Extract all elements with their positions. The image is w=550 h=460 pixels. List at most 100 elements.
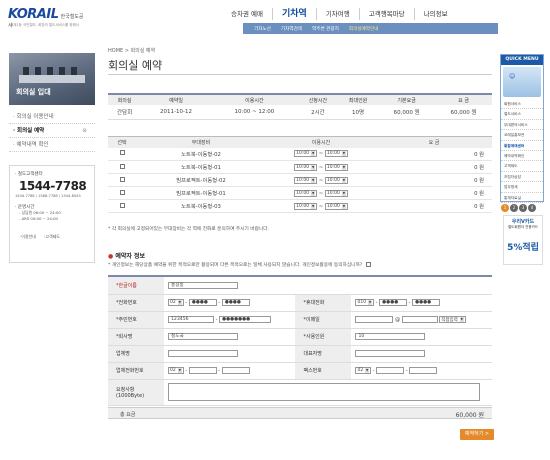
start-time-select[interactable]: 10:00 ▼: [294, 176, 318, 184]
email-id-input[interactable]: [355, 316, 394, 323]
subnav-routes[interactable]: 기차노선: [249, 26, 276, 32]
cs-system-link[interactable]: ·고객제도: [44, 234, 60, 240]
fax-mid-input[interactable]: [376, 367, 405, 374]
breadcrumb: HOME > 회의실 예약: [108, 48, 156, 54]
table-row: 빔프로젝트-이동형-01 10:00 ▼ ~ 10:00 ▼ 0 원: [108, 186, 492, 200]
banner-label: 회의실 입대: [16, 88, 51, 96]
start-time-select[interactable]: 10:00 ▼: [294, 163, 318, 171]
end-time-select[interactable]: 10:00 ▼: [324, 176, 348, 184]
quick-item[interactable]: 철도서비스: [501, 109, 543, 120]
subnav-tourism[interactable]: 역주변 관광지: [307, 26, 344, 32]
quick-item[interactable]: 고객제도: [501, 161, 543, 172]
start-time-select[interactable]: 10:00 ▼: [294, 150, 318, 158]
phone-area-select[interactable]: 02 ▼: [168, 299, 184, 306]
pager-3[interactable]: 3: [519, 204, 527, 212]
nav-myinfo[interactable]: 나의정보: [413, 8, 457, 20]
nav-customer[interactable]: 고객행복마당: [358, 8, 414, 20]
chevron-down-icon: ▼: [311, 151, 316, 157]
end-time-select[interactable]: 10:00 ▼: [324, 163, 348, 171]
end-time-select[interactable]: 10:00 ▼: [324, 189, 348, 197]
rrn-front-input[interactable]: 123456: [168, 316, 214, 323]
chevron-down-icon: ▼: [311, 190, 316, 196]
table-row: 간담회 2011-10-12 10:00 ~ 12:00 2시간 10명 60,…: [108, 105, 492, 120]
privacy-checkbox[interactable]: [366, 262, 372, 267]
quick-item[interactable]: 예약내역확인: [501, 151, 543, 162]
quick-item[interactable]: 업무명세: [501, 182, 543, 193]
equip-checkbox[interactable]: [119, 150, 125, 156]
chevron-down-icon: ▼: [365, 368, 370, 373]
page-title: 회의실 예약: [108, 59, 163, 72]
equip-checkbox[interactable]: [119, 189, 125, 195]
total-fee-bar: 총 요금 60,000 원: [108, 407, 492, 419]
menu-room-guide[interactable]: · 회의실 이용안내: [9, 110, 95, 124]
smile-icon: ☺: [509, 73, 516, 80]
pager-4[interactable]: 4: [528, 204, 536, 212]
start-time-select[interactable]: 10:00 ▼: [294, 202, 318, 210]
cs-guide-link[interactable]: ·이용안내: [20, 234, 36, 240]
mobile-mid-input[interactable]: ●●●●: [379, 299, 408, 306]
quick-item[interactable]: 통계자료실: [501, 193, 543, 203]
fax-area-select[interactable]: 02 ▼: [355, 367, 372, 374]
quick-item[interactable]: 부대편의서비스: [501, 120, 543, 131]
chevron-down-icon: ▼: [311, 203, 316, 209]
attendees-input[interactable]: 10: [355, 333, 426, 340]
equip-checkbox[interactable]: [119, 163, 125, 169]
meeting-room-photo: [19, 67, 85, 83]
nav-station[interactable]: 기차역: [271, 8, 316, 20]
ceo-name-input[interactable]: [355, 350, 426, 357]
end-time-select[interactable]: 10:00 ▼: [324, 150, 348, 158]
nav-travel[interactable]: 기차여행: [315, 8, 359, 20]
menu-reserve-check[interactable]: · 예약내역 확인: [9, 138, 95, 152]
start-time-select[interactable]: 10:00 ▼: [294, 189, 318, 197]
company-input[interactable]: 철도국: [168, 333, 238, 340]
quick-item[interactable]: 통합예매센터: [501, 141, 543, 151]
chevron-down-icon: ▼: [341, 151, 346, 157]
pager-2[interactable]: 2: [510, 204, 518, 212]
name-input[interactable]: 홍길동: [168, 281, 238, 289]
section-heading: ● 예약자 정보: [108, 253, 146, 260]
quick-item[interactable]: 조립자상담: [501, 172, 543, 183]
chevron-down-icon: ▼: [368, 300, 373, 305]
end-time-select[interactable]: 10:00 ▼: [324, 202, 348, 210]
phone-last-input[interactable]: ●●●●: [221, 299, 250, 306]
korail-logo[interactable]: KORAIL 한국철도공사 세계1등 국민철도, 희망의 철도서비스를 위해서: [8, 7, 88, 29]
equip-checkbox[interactable]: [119, 202, 125, 208]
chevron-down-icon: ▼: [341, 164, 346, 170]
left-menu: · 회의실 이용안내 · 회의실 예약 ⊙ · 예약내역 확인: [9, 110, 95, 152]
table-row: 빔프로젝트-이동형-02 10:00 ▼ ~ 10:00 ▼ 0 원: [108, 173, 492, 187]
chevron-down-icon: ▼: [341, 203, 346, 209]
email-domain-select[interactable]: 직접입력 ▼: [439, 316, 466, 323]
chevron-down-icon: ▼: [341, 177, 346, 183]
equipment-table: 선택 부대장비 이용시간 요 금 노트북-이동형-02 10:00 ▼ ~ 10:…: [108, 136, 492, 213]
tagline: 세계1등 국민철도, 희망의 철도서비스를 위해서: [10, 23, 79, 27]
chevron-down-icon: ▼: [177, 300, 182, 305]
mobile-prefix-select[interactable]: 010 ▼: [355, 299, 375, 306]
table-row: 노트북-이동형-03 10:00 ▼ ~ 10:00 ▼ 0 원: [108, 199, 492, 213]
bizphone-area-select[interactable]: 02 ▼: [168, 367, 184, 374]
quick-item[interactable]: 회원서비스: [501, 99, 543, 110]
table-row: 노트북-이동형-01 10:00 ▼ ~ 10:00 ▼ 0 원: [108, 160, 492, 174]
fax-last-input[interactable]: [409, 367, 438, 374]
total-fee: 60,000 원: [455, 412, 484, 419]
privacy-consent: * 개인정보는 해당상품 예약을 위한 목적으로만 활용되며 다른 목적으로는 …: [108, 262, 492, 268]
top-nav: 승차권 예매 기차역 기차여행 고객행복마당 나의정보: [222, 8, 457, 20]
biz-name-input[interactable]: [168, 350, 238, 357]
bizphone-mid-input[interactable]: [188, 367, 217, 374]
nav-ticket[interactable]: 승차권 예매: [222, 8, 272, 20]
subnav-station-search[interactable]: 기차역검색: [276, 26, 307, 32]
phone-mid-input[interactable]: ●●●●: [188, 299, 217, 306]
rrn-back-input[interactable]: ●●●●●●●: [218, 316, 271, 323]
bizphone-last-input[interactable]: [221, 367, 250, 374]
table-row: 노트북-이동형-02 10:00 ▼ ~ 10:00 ▼ 0 원: [108, 147, 492, 161]
email-domain-input[interactable]: [401, 316, 438, 323]
quick-item[interactable]: 코레일홍보관: [501, 130, 543, 141]
reserve-button[interactable]: 예약하기 >: [460, 429, 494, 440]
cs-number: 1544-7788: [19, 179, 87, 193]
subnav-meeting-room[interactable]: 회의실예약안내: [344, 26, 384, 32]
equip-checkbox[interactable]: [119, 176, 125, 182]
card-promo-banner[interactable]: 우리V카드 철도회원자 전용카드 5%적립: [503, 215, 543, 265]
request-textarea[interactable]: [168, 383, 480, 401]
mobile-last-input[interactable]: ●●●●: [412, 299, 441, 306]
menu-room-reserve[interactable]: · 회의실 예약 ⊙: [9, 124, 95, 138]
pager-1[interactable]: 1: [501, 204, 509, 212]
